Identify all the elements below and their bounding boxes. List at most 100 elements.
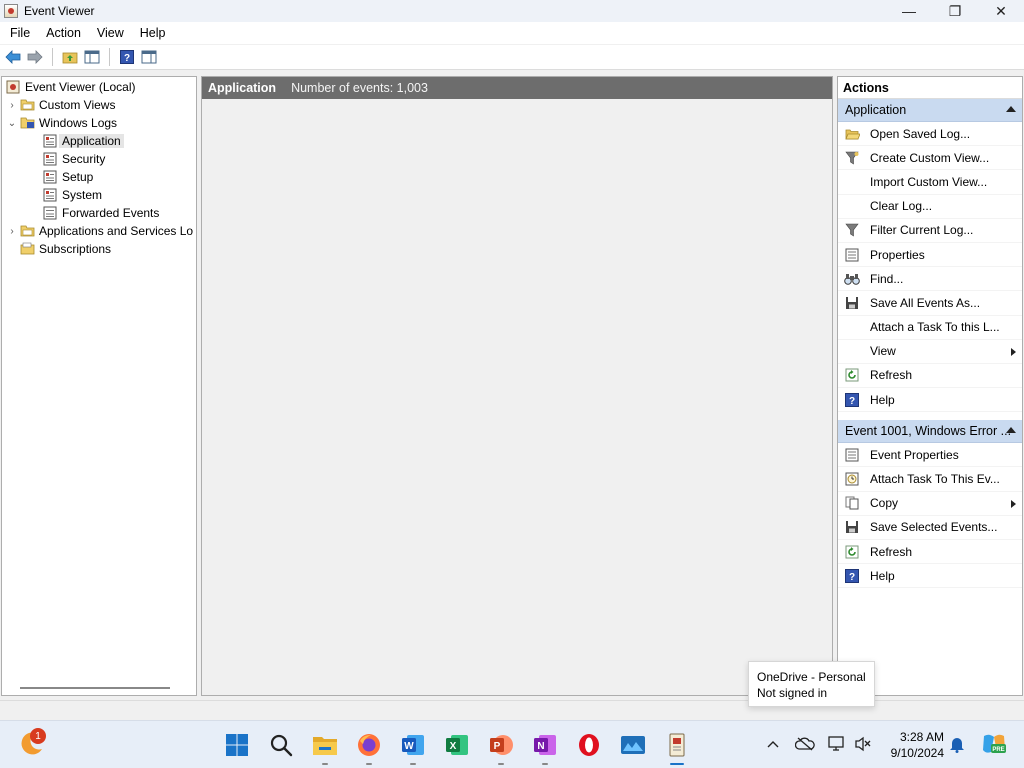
action-import-custom-view[interactable]: Import Custom View... bbox=[838, 170, 1022, 195]
notification-bell-icon[interactable] bbox=[946, 733, 968, 755]
svg-text:?: ? bbox=[849, 396, 855, 407]
maximize-button[interactable]: ❐ bbox=[932, 0, 978, 22]
action-save-selected-events[interactable]: Save Selected Events... bbox=[838, 516, 1022, 540]
results-pane[interactable]: Application Number of events: 1,003 bbox=[201, 76, 833, 696]
back-arrow-icon[interactable] bbox=[4, 48, 22, 66]
action-refresh-event[interactable]: Refresh bbox=[838, 540, 1022, 565]
action-label: Open Saved Log... bbox=[870, 126, 971, 141]
tooltip-line-1: OneDrive - Personal bbox=[757, 670, 866, 684]
horizontal-scrollbar[interactable] bbox=[20, 687, 170, 689]
action-save-all-events[interactable]: Save All Events As... bbox=[838, 291, 1022, 316]
action-create-custom-view[interactable]: Create Custom View... bbox=[838, 146, 1022, 171]
svg-text:X: X bbox=[450, 741, 457, 752]
tooltip-line-2: Not signed in bbox=[757, 686, 828, 700]
action-find[interactable]: Find... bbox=[838, 267, 1022, 292]
tree-label-system: System bbox=[62, 188, 103, 202]
help-icon: ? bbox=[844, 392, 860, 408]
action-copy[interactable]: Copy bbox=[838, 492, 1022, 516]
collapse-arrow-icon[interactable] bbox=[1006, 427, 1016, 434]
action-attach-task-to-log[interactable]: Attach a Task To this L... bbox=[838, 316, 1022, 340]
tree-item-apps-services[interactable]: › Applications and Services Lo bbox=[6, 222, 193, 240]
action-label: Properties bbox=[870, 247, 925, 262]
action-event-properties[interactable]: Event Properties bbox=[838, 443, 1022, 468]
action-label: Attach Task To This Ev... bbox=[870, 472, 1000, 487]
word-icon[interactable]: W bbox=[399, 731, 427, 765]
action-label: Event Properties bbox=[870, 447, 959, 462]
results-header: Application Number of events: 1,003 bbox=[202, 77, 832, 99]
subscriptions-icon bbox=[20, 242, 35, 256]
network-icon[interactable] bbox=[826, 733, 848, 755]
excel-icon[interactable]: X bbox=[443, 731, 471, 759]
volume-muted-icon[interactable] bbox=[852, 733, 874, 755]
start-icon[interactable] bbox=[223, 731, 251, 759]
tree-item-security[interactable]: Security bbox=[43, 150, 105, 168]
tree-item-forwarded-events[interactable]: Forwarded Events bbox=[43, 204, 159, 222]
menu-action[interactable]: Action bbox=[38, 22, 89, 44]
tree-item-setup[interactable]: Setup bbox=[43, 168, 93, 186]
minimize-button[interactable]: — bbox=[886, 0, 932, 22]
action-help-event[interactable]: ? Help bbox=[838, 564, 1022, 589]
action-properties[interactable]: Properties bbox=[838, 243, 1022, 268]
folder-icon bbox=[20, 98, 35, 112]
action-view[interactable]: View bbox=[838, 340, 1022, 364]
submenu-arrow-icon bbox=[1011, 347, 1016, 356]
action-attach-task-to-event[interactable]: Attach Task To This Ev... bbox=[838, 467, 1022, 492]
search-icon[interactable] bbox=[267, 731, 295, 759]
menu-help[interactable]: Help bbox=[132, 22, 174, 44]
help-icon: ? bbox=[844, 568, 860, 584]
title-bar[interactable]: Event Viewer — ❐ ✕ bbox=[0, 0, 1024, 22]
photos-icon[interactable] bbox=[619, 731, 647, 759]
toolbar-separator bbox=[52, 48, 53, 66]
action-label: Find... bbox=[870, 271, 904, 286]
onenote-icon[interactable]: N bbox=[531, 731, 559, 765]
show-hidden-icons-chevron-icon[interactable] bbox=[762, 733, 784, 755]
opera-icon[interactable] bbox=[575, 731, 603, 759]
onedrive-tooltip: OneDrive - Personal Not signed in bbox=[748, 661, 875, 707]
console-tree[interactable]: Event Viewer (Local) › Custom Views ⌄ Wi… bbox=[1, 76, 197, 696]
tree-item-system[interactable]: System bbox=[43, 186, 102, 204]
action-clear-log[interactable]: Clear Log... bbox=[838, 195, 1022, 219]
menu-file[interactable]: File bbox=[0, 22, 38, 44]
action-open-saved-log[interactable]: Open Saved Log... bbox=[838, 122, 1022, 147]
firefox-icon[interactable] bbox=[355, 731, 383, 765]
tree-item-custom-views[interactable]: › Custom Views bbox=[6, 96, 115, 114]
actions-section-application[interactable]: Application bbox=[838, 99, 1022, 122]
expand-chevron-icon[interactable]: › bbox=[6, 100, 18, 111]
collapse-arrow-icon[interactable] bbox=[1006, 106, 1016, 112]
event-viewer-app-icon[interactable] bbox=[4, 4, 18, 18]
menu-view[interactable]: View bbox=[89, 22, 132, 44]
file-explorer-icon[interactable] bbox=[311, 731, 339, 765]
action-help[interactable]: ? Help bbox=[838, 388, 1022, 413]
action-filter-current-log[interactable]: Filter Current Log... bbox=[838, 219, 1022, 243]
log-icon bbox=[43, 188, 58, 202]
show-hide-tree-icon[interactable] bbox=[83, 48, 101, 66]
show-hide-action-pane-icon[interactable] bbox=[140, 48, 158, 66]
clock[interactable]: 3:28 AM 9/10/2024 bbox=[882, 729, 944, 761]
action-label: Create Custom View... bbox=[870, 150, 990, 165]
actions-section-event[interactable]: Event 1001, Windows Error ... bbox=[838, 420, 1022, 444]
collapse-chevron-icon[interactable]: ⌄ bbox=[6, 118, 18, 129]
event-viewer-node-icon bbox=[6, 80, 21, 94]
onedrive-icon[interactable] bbox=[794, 733, 816, 755]
event-viewer-icon[interactable] bbox=[663, 731, 691, 765]
powerpoint-icon[interactable]: P bbox=[487, 731, 515, 765]
tree-item-subscriptions[interactable]: Subscriptions bbox=[20, 240, 111, 258]
section-header-label: Event 1001, Windows Error ... bbox=[845, 424, 1012, 439]
window-title: Event Viewer bbox=[24, 4, 95, 18]
svg-text:PRE: PRE bbox=[992, 747, 1004, 753]
action-refresh[interactable]: Refresh bbox=[838, 364, 1022, 389]
action-label: Copy bbox=[870, 496, 899, 511]
help-icon[interactable]: ? bbox=[118, 48, 136, 66]
action-label: Help bbox=[870, 568, 895, 583]
close-button[interactable]: ✕ bbox=[978, 0, 1024, 22]
tree-root[interactable]: Event Viewer (Local) bbox=[6, 78, 136, 96]
copilot-icon[interactable]: PRE bbox=[981, 731, 1007, 757]
expand-chevron-icon[interactable]: › bbox=[6, 226, 18, 237]
forward-arrow-icon[interactable] bbox=[26, 48, 44, 66]
tree-label-application: Application bbox=[59, 134, 124, 148]
tree-item-windows-logs[interactable]: ⌄ Windows Logs bbox=[6, 114, 117, 132]
refresh-icon bbox=[844, 544, 860, 560]
up-folder-icon[interactable] bbox=[61, 48, 79, 66]
window-controls: — ❐ ✕ bbox=[886, 0, 1024, 22]
tree-item-application[interactable]: Application bbox=[43, 132, 124, 150]
